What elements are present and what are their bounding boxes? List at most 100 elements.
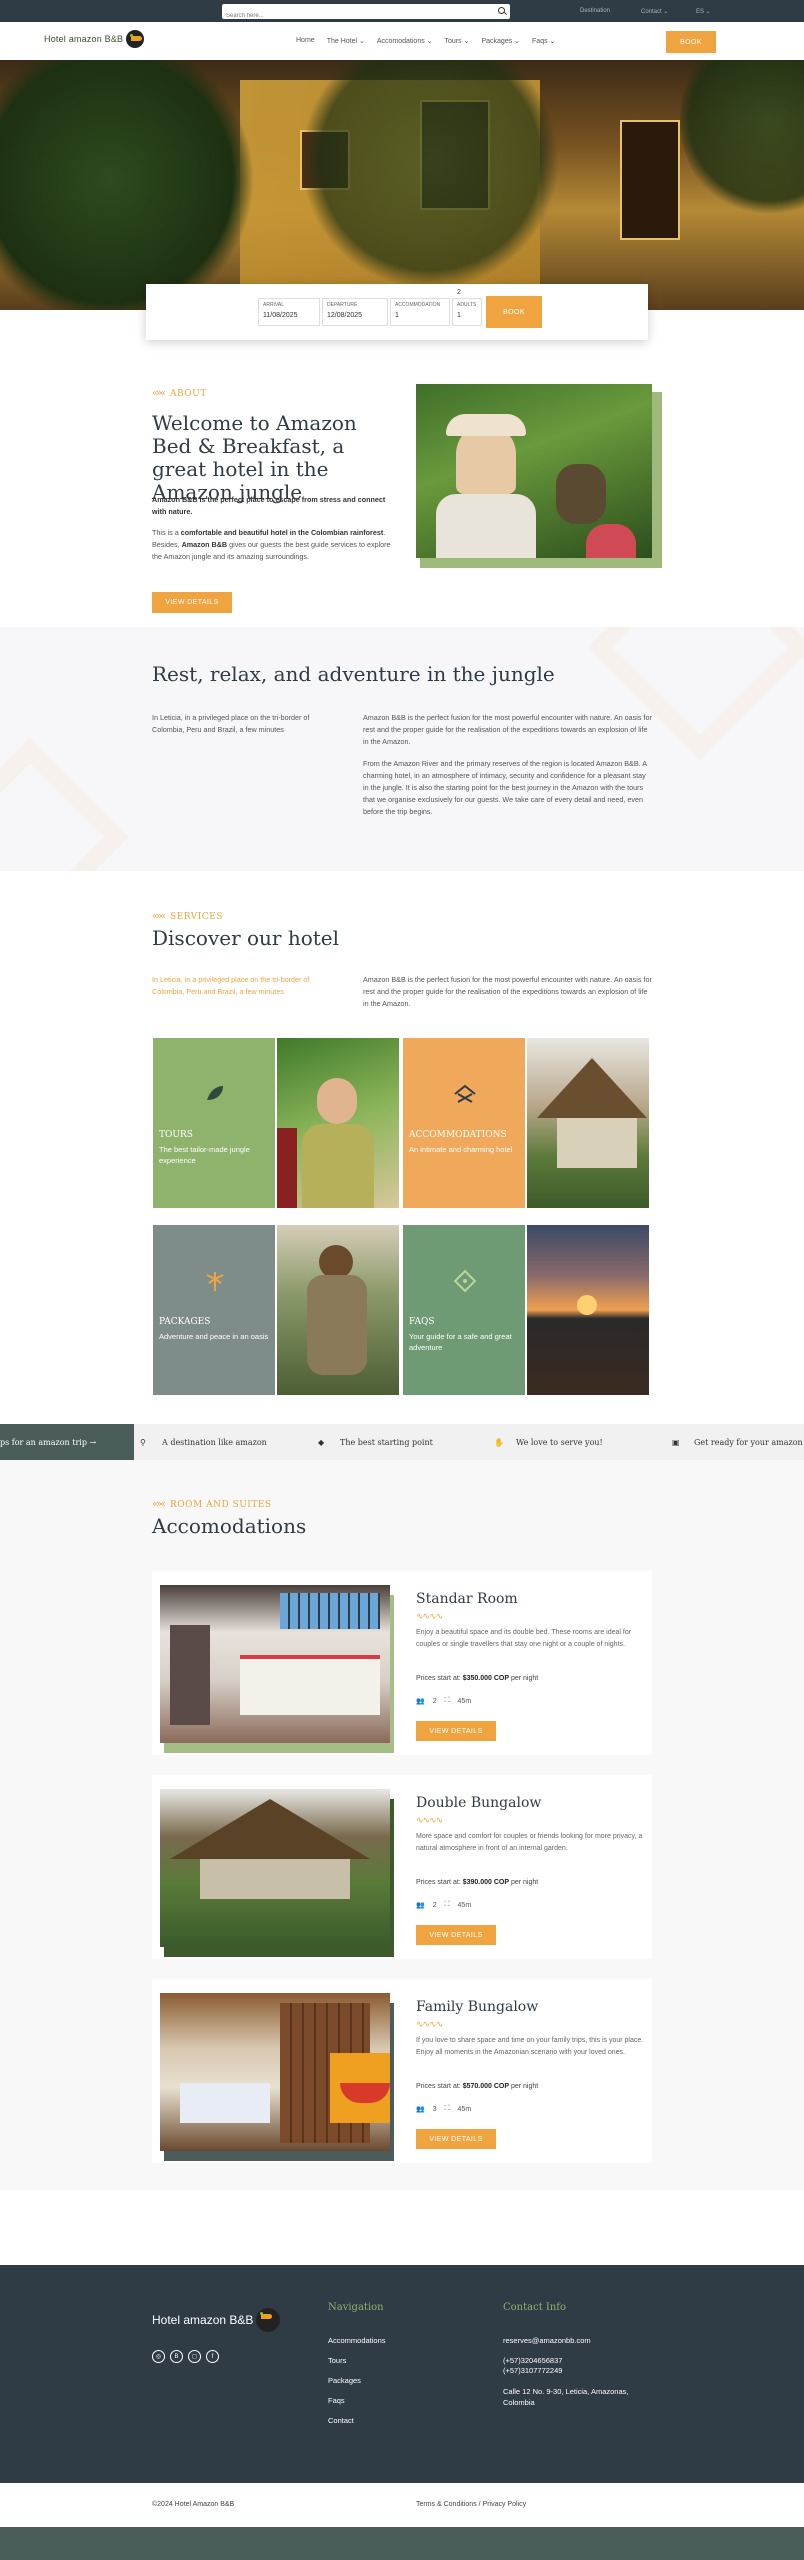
ticker-item: Get ready for your amazon trip (694, 1438, 804, 1447)
room-size: 45m (457, 2105, 472, 2113)
footer-link-tours[interactable]: Tours (328, 2356, 346, 2365)
booking-icon[interactable]: B (170, 2350, 183, 2363)
tile-title: PACKAGES (159, 1317, 211, 1327)
footer-logo[interactable]: Hotel amazon B&B (152, 2308, 281, 2332)
search-icon[interactable] (498, 7, 505, 14)
logo-text: Hotel amazon B&B (44, 34, 124, 44)
ticker-item: The best starting point (340, 1438, 433, 1447)
footer-link-contact[interactable]: Contact (328, 2416, 354, 2425)
child (586, 524, 636, 558)
person-left (277, 1128, 297, 1208)
language-selector[interactable]: ES ⌄ (696, 8, 711, 15)
top-bar: Destination Contact ⌄ ES ⌄ (0, 0, 804, 22)
adults-value[interactable]: 1 (457, 312, 477, 319)
services-eyebrow-text: SERVICES (170, 911, 223, 922)
about-eyebrow-text: ABOUT (170, 388, 207, 399)
room-title: Family Bungalow (416, 1999, 539, 2015)
bathroom-door (170, 1625, 210, 1725)
book-button[interactable]: BOOK (486, 296, 542, 328)
nav-packages[interactable]: Packages (481, 37, 520, 45)
room-view-details-button[interactable]: VIEW DETAILS (416, 2129, 496, 2149)
room-view-details-button[interactable]: VIEW DETAILS (416, 1925, 496, 1945)
bed (240, 1655, 380, 1715)
about-view-details-button[interactable]: VIEW DETAILS (152, 592, 232, 613)
arrival-value[interactable]: 11/08/2025 (263, 312, 315, 319)
room-size: 45m (457, 1901, 472, 1909)
adults-stepper-value[interactable]: 2 (457, 289, 461, 296)
nav-home[interactable]: Home (296, 37, 315, 45)
room-title: Double Bungalow (416, 1795, 542, 1811)
room-price: Prices start at: $350.000 COP per night (416, 1675, 539, 1682)
service-photo-river-sunset (527, 1225, 649, 1395)
footer-phone-1[interactable]: (+57)3204656837 (503, 2356, 562, 2365)
service-tile-packages[interactable]: PACKAGES Adventure and peace in an oasis (153, 1225, 275, 1395)
accommodation-field[interactable]: ACCOMMODATION 1 (390, 298, 450, 326)
footer-contact-title: Contact Info (503, 2302, 567, 2313)
diamond-icon: ◆ (318, 1438, 325, 1447)
size-icon: ⛶ (444, 1697, 450, 1704)
room-card-family-bungalow: Family Bungalow ∿∿∿∿ If you love to shar… (152, 1979, 652, 2163)
footer-phone-2[interactable]: (+57)3107772249 (503, 2366, 562, 2375)
footer-link-packages[interactable]: Packages (328, 2376, 361, 2385)
footer-link-faqs[interactable]: Faqs (328, 2396, 345, 2405)
nav-the-hotel[interactable]: The Hotel (327, 37, 365, 45)
bungalow-wall (200, 1859, 350, 1899)
thatched-roof (170, 1799, 370, 1859)
footer-email[interactable]: reserves@amazonbb.com (503, 2336, 591, 2345)
room-view-details-button[interactable]: VIEW DETAILS (416, 1721, 496, 1741)
size-icon: ⛶ (444, 2105, 450, 2112)
relax-right-text-1: Amazon B&B is the perfect fusion for the… (363, 713, 652, 746)
service-tile-tours[interactable]: TOURS The best tailor-made jungle experi… (153, 1038, 275, 1208)
monkey (556, 464, 606, 524)
thatched-roof (537, 1058, 647, 1118)
arrival-field[interactable]: ARRIVAL 11/08/2025 (258, 298, 320, 326)
room-meta: 👥 2 ⛶ 45m (416, 1901, 471, 1909)
arrival-label: ARRIVAL (263, 302, 285, 308)
hero-palm-right (680, 60, 804, 220)
legal-links[interactable]: Terms & Conditions / Privacy Policy (416, 2501, 526, 2508)
tile-subtitle: Your guide for a safe and great adventur… (409, 1332, 512, 1352)
toucan-logo-icon (256, 2308, 281, 2332)
services-left-text: In Leticia, in a privileged place on the… (152, 975, 310, 996)
room-photo (160, 1585, 390, 1743)
ticker-item: ⚲ (140, 1438, 146, 1447)
service-tile-faqs[interactable]: FAQS Your guide for a safe and great adv… (403, 1225, 525, 1395)
footer-link-accommodations[interactable]: Accommodations (328, 2336, 386, 2345)
nav-accomodations[interactable]: Accomodations (377, 37, 433, 45)
accommodation-label: ACCOMMODATION (395, 302, 441, 308)
guests-icon: 👥 (416, 1902, 425, 1909)
instagram-icon[interactable]: ◻ (188, 2350, 201, 2363)
tripadvisor-icon[interactable]: ◎ (152, 2350, 165, 2363)
book-button-header[interactable]: BOOK (666, 31, 716, 53)
room-price: Prices start at: $570.000 COP per night (416, 2083, 539, 2090)
relax-right-text-2: From the Amazon River and the primary re… (363, 759, 647, 816)
adults-label: ADULTS (457, 302, 477, 308)
tile-title: ACCOMMODATIONS (409, 1130, 507, 1140)
wave-icon: ∿∿∿∿ (416, 2019, 443, 2029)
about-eyebrow: ‹‹››‹‹ ABOUT (152, 388, 207, 399)
facebook-icon[interactable]: f (206, 2350, 219, 2363)
departure-value[interactable]: 12/08/2025 (327, 312, 383, 319)
logo[interactable]: Hotel amazon B&B (44, 30, 145, 48)
departure-label: DEPARTURE (327, 302, 358, 308)
nav-faqs[interactable]: Faqs (532, 37, 555, 45)
service-tile-accommodations[interactable]: ACCOMMODATIONS An intimate and charming … (403, 1038, 525, 1208)
top-link-contact[interactable]: Contact ⌄ (641, 8, 668, 15)
services-title: Discover our hotel (152, 926, 340, 950)
nav-tours[interactable]: Tours (445, 37, 470, 45)
search-input[interactable] (222, 10, 482, 22)
room-guests: 2 (432, 1697, 437, 1705)
search-box[interactable] (222, 4, 510, 22)
top-link-destination[interactable]: Destination (580, 8, 610, 14)
tile-subtitle: Adventure and peace in an oasis (159, 1332, 269, 1341)
rooms-eyebrow-text: ROOM AND SUITES (170, 1499, 272, 1510)
about-photo (416, 384, 652, 558)
departure-field[interactable]: DEPARTURE 12/08/2025 (322, 298, 388, 326)
accommodation-value[interactable]: 1 (395, 312, 445, 319)
ticker-strip: ps for an amazon trip → ⚲ A destination … (0, 1424, 804, 1460)
room-description: If you love to share space and time on y… (416, 2037, 644, 2056)
adults-field[interactable]: 2 ADULTS 1 (452, 289, 482, 326)
footer-nav-title: Navigation (328, 2302, 384, 2313)
guests-icon: 👥 (416, 1698, 425, 1705)
room-meta: 👥 3 ⛶ 45m (416, 2105, 471, 2113)
